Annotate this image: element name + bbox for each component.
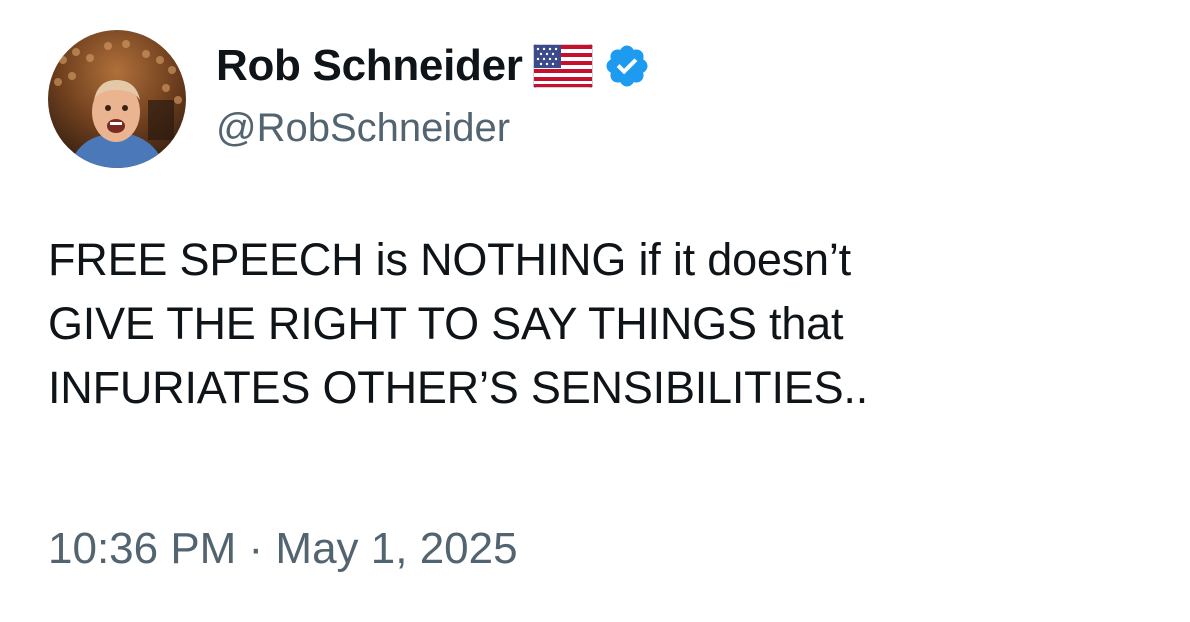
tweet-card: Rob Schneider @RobSchneider FREE SPEECH … bbox=[0, 0, 1190, 622]
verified-badge-icon[interactable] bbox=[603, 42, 651, 90]
avatar-image bbox=[48, 30, 186, 168]
tweet-text-line: FREE SPEECH is NOTHING if it doesn’t bbox=[48, 234, 851, 285]
tweet-text-line: INFURIATES OTHER’S SENSIBILITIES.. bbox=[48, 362, 869, 413]
us-flag-icon bbox=[532, 44, 593, 88]
tweet-text: FREE SPEECH is NOTHING if it doesn’t GIV… bbox=[48, 228, 1168, 420]
author-name-row: Rob Schneider bbox=[216, 38, 651, 94]
tweet-text-line: GIVE THE RIGHT TO SAY THINGS that bbox=[48, 298, 844, 349]
author-handle[interactable]: @RobSchneider bbox=[216, 106, 510, 151]
avatar[interactable] bbox=[48, 30, 186, 168]
tweet-timestamp[interactable]: 10:36 PM · May 1, 2025 bbox=[48, 524, 518, 574]
display-name[interactable]: Rob Schneider bbox=[216, 41, 523, 91]
